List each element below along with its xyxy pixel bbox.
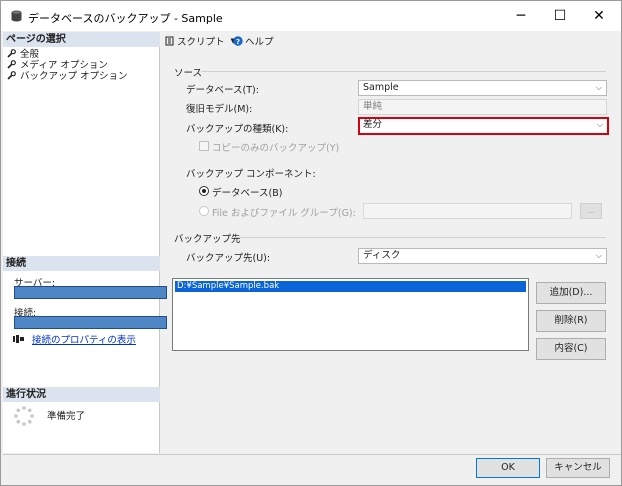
toolbar: スクリプト ▼ ? ヘルプ: [161, 32, 621, 50]
connection-plug-icon: [13, 335, 24, 343]
component-database-radio[interactable]: [199, 186, 209, 196]
help-icon: ?: [233, 36, 243, 46]
backup-type-select[interactable]: 差分 ⌵: [358, 117, 609, 135]
recovery-model-value: 単純: [363, 101, 383, 112]
server-field: [14, 286, 167, 299]
nav-item-label: バックアップ オプション: [20, 71, 128, 82]
backup-component-label: バックアップ コンポーネント:: [186, 169, 316, 180]
progress-spinner-icon: [14, 406, 34, 426]
help-button[interactable]: ? ヘルプ: [233, 34, 274, 48]
progress-header: 進行状況: [3, 387, 160, 402]
minimize-button[interactable]: ─: [501, 1, 541, 31]
nav-item-backup-options[interactable]: バックアップ オプション: [7, 68, 128, 82]
component-database-label: データベース(B): [212, 188, 283, 199]
backup-database-dialog: データベースのバックアップ - Sample ─ ☐ ✕ ページの選択 全般 メ…: [0, 0, 622, 486]
recovery-model-field: 単純: [358, 99, 607, 115]
left-pane: ページの選択 全般 メディア オプション バックアップ オプション 接続 サーバ…: [3, 32, 167, 453]
wrench-icon: [7, 70, 16, 80]
connection-field: [14, 316, 167, 329]
script-icon: [165, 36, 174, 46]
close-icon: ✕: [593, 8, 605, 24]
contents-button[interactable]: 内容(C): [536, 338, 606, 360]
connection-header: 接続: [3, 256, 160, 271]
maximize-button[interactable]: ☐: [540, 1, 580, 31]
source-divider: [201, 71, 606, 72]
copy-only-label: コピーのみのバックアップ(Y): [212, 143, 340, 154]
minimize-icon: ─: [516, 8, 526, 24]
add-destination-button[interactable]: 追加(D)...: [536, 282, 606, 304]
backup-type-label: バックアップの種類(K):: [186, 124, 289, 135]
script-button[interactable]: スクリプト ▼: [165, 34, 236, 48]
chevron-down-icon: ⌵: [596, 120, 603, 129]
backup-type-value: 差分: [363, 119, 383, 130]
select-page-header: ページの選択: [3, 32, 160, 47]
svg-text:?: ?: [236, 38, 240, 46]
title-bar: データベースのバックアップ - Sample ─ ☐ ✕: [1, 1, 621, 31]
database-icon: [11, 10, 22, 22]
script-label: スクリプト: [177, 37, 225, 48]
copy-only-checkbox[interactable]: [199, 141, 209, 151]
list-item[interactable]: D:¥Sample¥Sample.bak: [175, 281, 526, 292]
component-file-label: File およびファイル グループ(G):: [212, 208, 356, 219]
backup-to-label: バックアップ先(U):: [186, 253, 271, 264]
help-label: ヘルプ: [245, 37, 274, 48]
chevron-down-icon: ⌵: [595, 83, 602, 92]
file-group-browse-button[interactable]: ...: [580, 203, 602, 219]
recovery-model-label: 復旧モデル(M):: [186, 104, 253, 115]
backup-to-value: ディスク: [363, 250, 401, 261]
database-value: Sample: [363, 82, 399, 93]
database-select[interactable]: Sample ⌵: [358, 80, 607, 96]
destination-divider: [231, 237, 606, 238]
maximize-icon: ☐: [553, 8, 567, 24]
source-group-label: ソース: [174, 68, 203, 79]
close-button[interactable]: ✕: [579, 1, 619, 31]
remove-destination-button[interactable]: 削除(R): [536, 310, 606, 332]
file-group-field: [363, 203, 572, 219]
ok-button[interactable]: OK: [476, 458, 540, 478]
cancel-button[interactable]: キャンセル: [546, 458, 610, 478]
chevron-down-icon: ⌵: [595, 251, 602, 260]
backup-destination-list[interactable]: D:¥Sample¥Sample.bak: [172, 278, 529, 351]
component-file-radio[interactable]: [199, 206, 209, 216]
connection-properties-link[interactable]: 接続のプロパティの表示: [32, 332, 136, 346]
backup-to-select[interactable]: ディスク ⌵: [358, 248, 607, 264]
database-label: データベース(T):: [186, 85, 259, 96]
window-title: データベースのバックアップ - Sample: [28, 12, 223, 25]
progress-status: 準備完了: [47, 411, 86, 422]
destination-group-label: バックアップ先: [174, 234, 241, 245]
